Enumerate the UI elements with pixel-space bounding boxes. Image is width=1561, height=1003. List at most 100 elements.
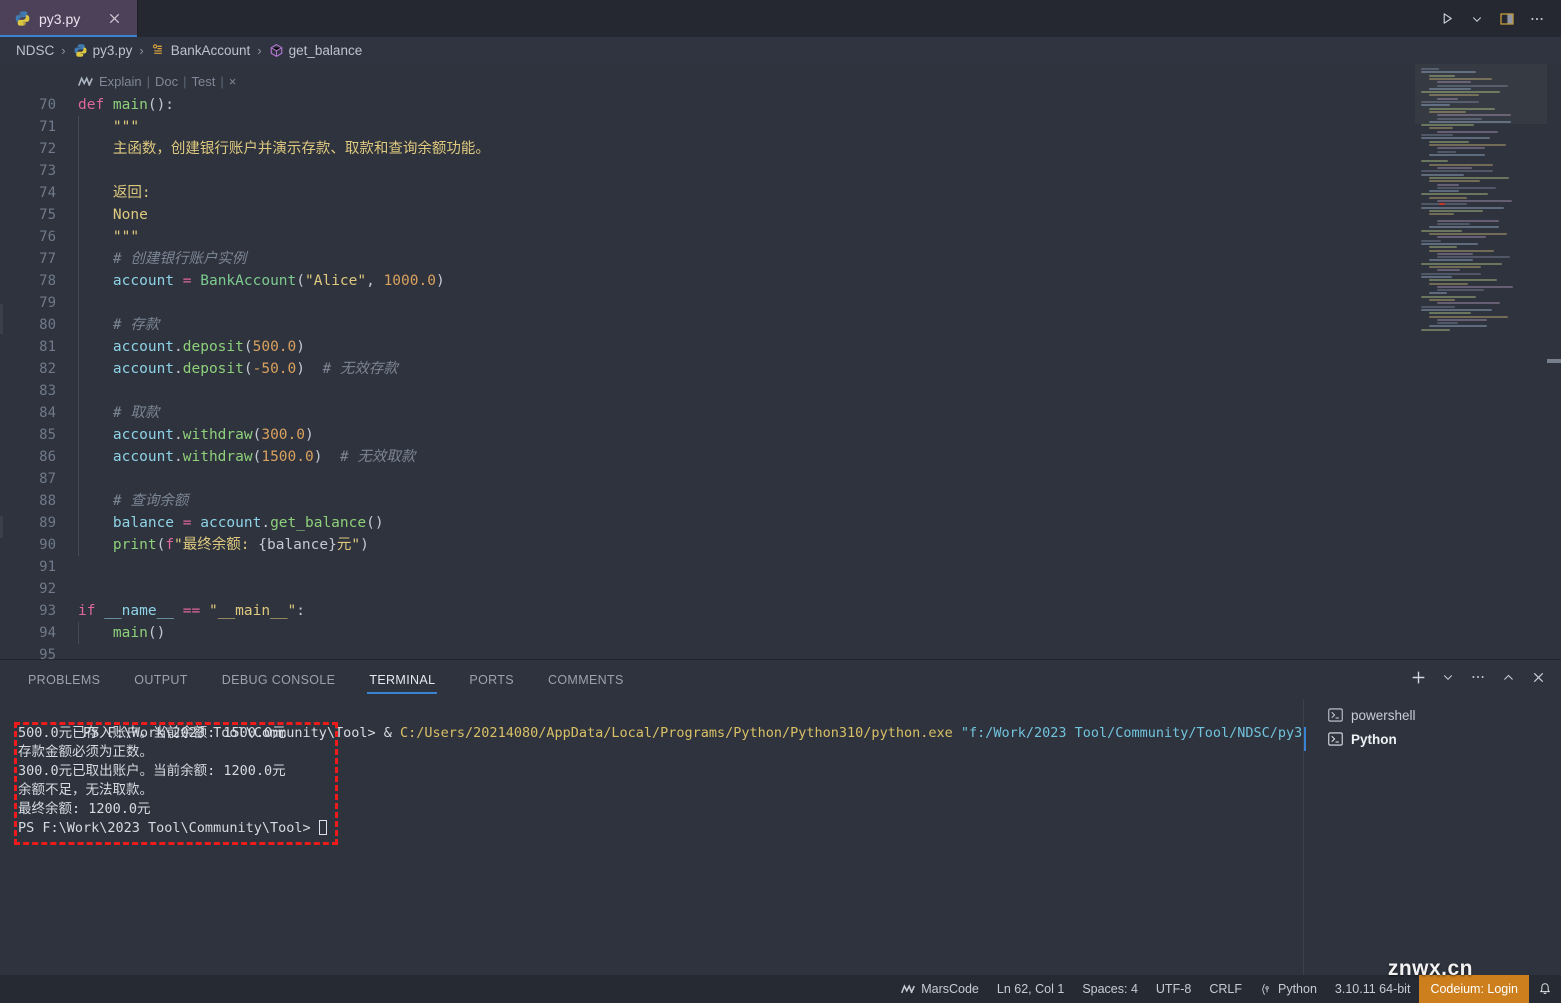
- code-token: withdraw: [182, 427, 253, 443]
- indent-guide: [78, 336, 79, 358]
- panel-tab-ports[interactable]: PORTS: [459, 660, 524, 699]
- language-mode-status[interactable]: Python: [1251, 975, 1326, 1003]
- code-line[interactable]: 91: [0, 556, 1561, 578]
- breadcrumb-item-get-balance[interactable]: get_balance: [267, 43, 365, 58]
- encoding-status[interactable]: UTF-8: [1147, 975, 1200, 1003]
- eol-status[interactable]: CRLF: [1200, 975, 1251, 1003]
- close-icon[interactable]: [105, 9, 125, 29]
- close-icon[interactable]: [1525, 664, 1551, 690]
- scrollbar-marker: [1547, 359, 1561, 363]
- terminal-output-line: 300.0元已取出账户。当前余额: 1200.0元: [18, 763, 286, 779]
- minimap-slider[interactable]: [1415, 64, 1547, 124]
- codelens-doc[interactable]: Doc: [155, 74, 178, 89]
- code-token: "最终余额:: [174, 537, 259, 553]
- indent-guide: [78, 380, 79, 402]
- terminal-instance-python[interactable]: Python: [1304, 727, 1561, 751]
- code-line[interactable]: 75 None: [0, 204, 1561, 226]
- chevron-down-icon[interactable]: [1435, 664, 1461, 690]
- indentation-status[interactable]: Spaces: 4: [1073, 975, 1147, 1003]
- line-number: 77: [39, 251, 56, 267]
- code-line[interactable]: 77 # 创建银行账户实例: [0, 248, 1561, 270]
- breadcrumb-item-ndsc[interactable]: NDSC: [14, 43, 56, 58]
- codelens-close-icon[interactable]: ×: [229, 74, 237, 89]
- code-line[interactable]: 89 balance = account.get_balance(): [0, 512, 1561, 534]
- cursor-position-status[interactable]: Ln 62, Col 1: [988, 975, 1073, 1003]
- status-bar-label: Codeium: Login: [1430, 982, 1518, 996]
- line-content: account = BankAccount("Alice", 1000.0): [78, 270, 445, 292]
- panel-tab-terminal[interactable]: TERMINAL: [359, 660, 445, 699]
- minimap-line: [1429, 246, 1457, 249]
- notifications-status[interactable]: [1529, 975, 1561, 1003]
- code-token: -50.0: [252, 361, 297, 377]
- line-number: 95: [39, 647, 56, 659]
- minimap-line: [1437, 256, 1510, 259]
- code-line[interactable]: 87: [0, 468, 1561, 490]
- panel-tab-output[interactable]: OUTPUT: [124, 660, 198, 699]
- ellipsis-icon[interactable]: [1523, 5, 1551, 33]
- panel-tab-problems[interactable]: PROBLEMS: [18, 660, 110, 699]
- line-content: def main():: [78, 94, 174, 116]
- code-line[interactable]: 95: [0, 644, 1561, 659]
- code-line[interactable]: 72 主函数，创建银行账户并演示存款、取款和查询余额功能。: [0, 138, 1561, 160]
- vscode-window: py3.py NDSC › py3.py › BankAccount › get…: [0, 0, 1561, 1003]
- terminal-script-path: "f:/Work/2023 Tool/Community/Tool/NDSC/p…: [960, 725, 1335, 741]
- editor-scrollbar[interactable]: [1547, 64, 1561, 659]
- line-number: 81: [39, 339, 56, 355]
- marscode-status[interactable]: MarsCode: [892, 975, 988, 1003]
- code-editor[interactable]: Explain | Doc | Test | × 70 def main(): 71…: [0, 64, 1561, 659]
- code-line[interactable]: 85 account.withdraw(300.0): [0, 424, 1561, 446]
- play-icon[interactable]: [1433, 5, 1461, 33]
- chevron-up-icon[interactable]: [1495, 664, 1521, 690]
- code-line[interactable]: 83: [0, 380, 1561, 402]
- code-line[interactable]: 93 if __name__ == "__main__":: [0, 600, 1561, 622]
- code-line[interactable]: 73: [0, 160, 1561, 182]
- line-content: account.withdraw(1500.0) # 无效取款: [78, 446, 415, 468]
- code-line[interactable]: 78 account = BankAccount("Alice", 1000.0…: [0, 270, 1561, 292]
- terminal-output[interactable]: PS F:\Work\2023 Tool\Community\Tool> & C…: [0, 699, 1335, 975]
- minimap-error-marker: [1439, 203, 1445, 205]
- code-line[interactable]: 80 # 存款: [0, 314, 1561, 336]
- editor-tab-py3[interactable]: py3.py: [0, 0, 138, 37]
- minimap-line: [1429, 196, 1467, 199]
- split-editor-icon[interactable]: [1493, 5, 1521, 33]
- code-line[interactable]: 79: [0, 292, 1561, 314]
- code-line[interactable]: 81 account.deposit(500.0): [0, 336, 1561, 358]
- code-line[interactable]: 90 print(f"最终余额: {balance}元"): [0, 534, 1561, 556]
- code-line[interactable]: 76 """: [0, 226, 1561, 248]
- line-number: 89: [39, 515, 56, 531]
- panel-tab-debug-console[interactable]: DEBUG CONSOLE: [212, 660, 346, 699]
- code-line[interactable]: 92: [0, 578, 1561, 600]
- indent-guide: [78, 292, 79, 314]
- code-token: .: [261, 515, 271, 531]
- line-number: 73: [39, 163, 56, 179]
- terminal-output-line: 存款金额必须为正数。: [18, 744, 153, 760]
- plus-icon[interactable]: [1405, 664, 1431, 690]
- code-line[interactable]: 84 # 取款: [0, 402, 1561, 424]
- code-line[interactable]: 70 def main():: [0, 94, 1561, 116]
- code-line[interactable]: 71 """: [0, 116, 1561, 138]
- ellipsis-icon[interactable]: [1465, 664, 1491, 690]
- terminal-instance-powershell[interactable]: powershell: [1304, 703, 1561, 727]
- code-token: account: [112, 273, 183, 289]
- minimap[interactable]: [1415, 64, 1547, 659]
- indent-guide: [78, 182, 79, 204]
- minimap-line: [1421, 173, 1464, 176]
- line-content: account.deposit(-50.0) # 无效存款: [78, 358, 398, 380]
- panel-tab-comments[interactable]: COMMENTS: [538, 660, 634, 699]
- code-line[interactable]: 88 # 查询余额: [0, 490, 1561, 512]
- code-token: 1500.0: [261, 449, 314, 465]
- code-line[interactable]: 82 account.deposit(-50.0) # 无效存款: [0, 358, 1561, 380]
- code-lines[interactable]: 70 def main(): 71 """ 72 主函数，创建银行账户并演示存款、取款…: [0, 94, 1561, 659]
- line-number: 93: [39, 603, 56, 619]
- codelens-test[interactable]: Test: [192, 74, 216, 89]
- code-line[interactable]: 94 main(): [0, 622, 1561, 644]
- chevron-down-icon[interactable]: [1463, 5, 1491, 33]
- codelens-explain[interactable]: Explain: [99, 74, 142, 89]
- minimap-line: [1437, 186, 1496, 189]
- indent-guide: [78, 116, 79, 138]
- breadcrumb-item-py3[interactable]: py3.py: [71, 43, 135, 58]
- code-line[interactable]: 86 account.withdraw(1500.0) # 无效取款: [0, 446, 1561, 468]
- panel-tab-label: TERMINAL: [369, 672, 436, 687]
- code-line[interactable]: 74 返回:: [0, 182, 1561, 204]
- breadcrumb-item-bankaccount[interactable]: BankAccount: [149, 43, 253, 58]
